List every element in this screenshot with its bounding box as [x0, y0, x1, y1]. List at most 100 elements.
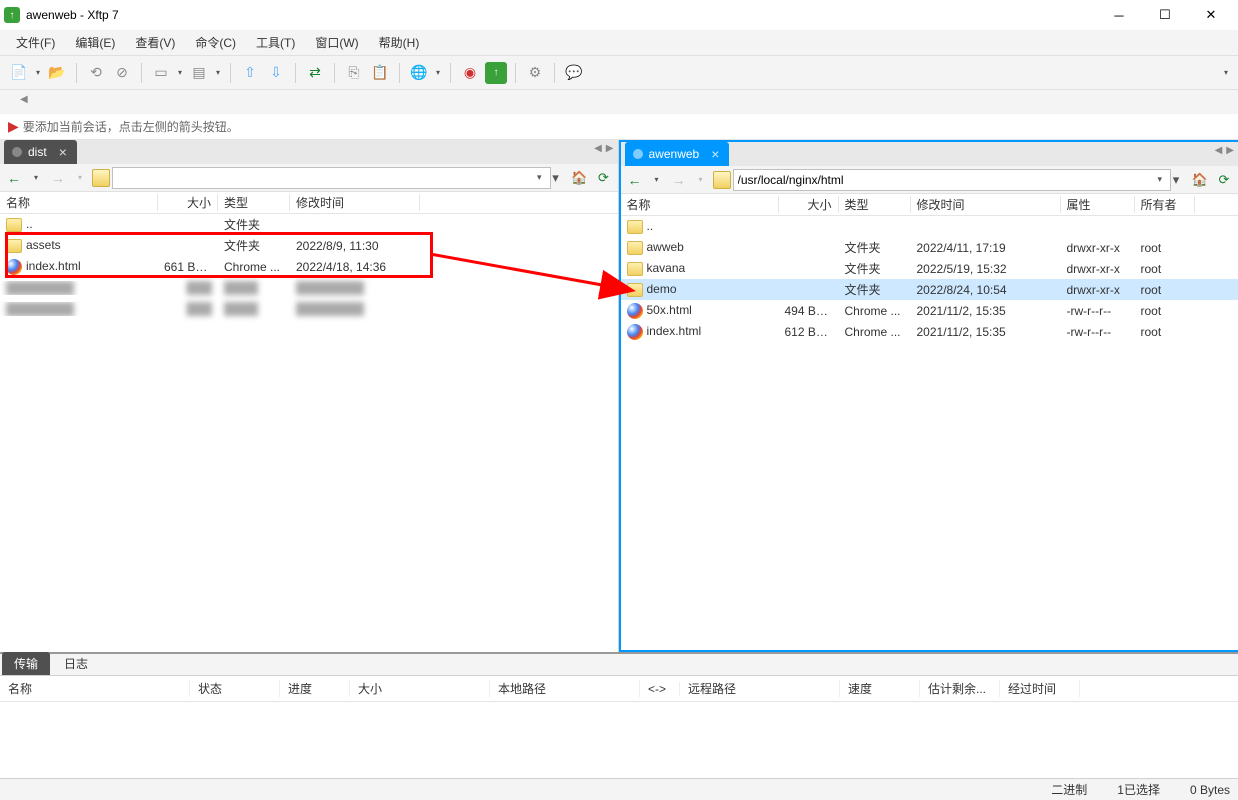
th-speed[interactable]: 速度	[840, 680, 920, 697]
file-row[interactable]: index.html661 BytesChrome ...2022/4/18, …	[0, 256, 618, 277]
local-path-input[interactable]	[112, 167, 551, 189]
minimize-button[interactable]: ─	[1096, 0, 1142, 30]
app-icon	[4, 7, 20, 23]
forward-button[interactable]: →	[48, 168, 68, 188]
col-owner[interactable]: 所有者	[1135, 196, 1195, 213]
tab-prev-icon[interactable]: ◀	[594, 143, 602, 154]
back-button[interactable]: ←	[625, 170, 645, 190]
refresh-button[interactable]: ⟳	[1214, 170, 1234, 190]
col-date[interactable]: 修改时间	[911, 196, 1061, 213]
tab-log[interactable]: 日志	[52, 652, 100, 675]
tab-transfer[interactable]: 传输	[2, 652, 50, 675]
history-dropdown[interactable]: ▾	[546, 168, 566, 188]
download-button[interactable]: ⇩	[265, 62, 287, 84]
th-local[interactable]: 本地路径	[490, 680, 640, 697]
xshell-button[interactable]: ◉	[459, 62, 481, 84]
file-row[interactable]: index.html612 BytesChrome ...2021/11/2, …	[621, 321, 1238, 342]
history-dropdown[interactable]: ▾	[1166, 170, 1186, 190]
help-button[interactable]: 💬	[563, 62, 585, 84]
remote-path-input[interactable]	[733, 169, 1172, 191]
file-row[interactable]: awweb文件夹2022/4/11, 17:19drwxr-xr-xroot	[621, 237, 1238, 258]
col-date[interactable]: 修改时间	[290, 194, 420, 211]
col-type[interactable]: 类型	[839, 196, 911, 213]
maximize-button[interactable]: ☐	[1142, 0, 1188, 30]
back-button[interactable]: ←	[4, 168, 24, 188]
col-perm[interactable]: 属性	[1061, 196, 1135, 213]
tab-prev-icon[interactable]: ◀	[1215, 145, 1223, 156]
home-button[interactable]: 🏠	[1190, 170, 1210, 190]
menu-file[interactable]: 文件(F)	[8, 31, 63, 54]
globe-dropdown[interactable]: ▾	[434, 62, 442, 84]
back-dropdown[interactable]: ▾	[647, 170, 667, 190]
col-name[interactable]: 名称	[621, 196, 779, 213]
close-tab-icon[interactable]: ×	[711, 146, 719, 162]
view-button[interactable]: ▤	[188, 62, 210, 84]
new-session-button[interactable]: 📄	[8, 62, 30, 84]
col-size[interactable]: 大小	[779, 196, 839, 213]
xftp-button[interactable]: ↑	[485, 62, 507, 84]
new-folder-dropdown[interactable]: ▾	[176, 62, 184, 84]
th-name[interactable]: 名称	[0, 680, 190, 697]
file-name-cell: index.html	[621, 324, 779, 340]
file-row[interactable]: ..文件夹	[0, 214, 618, 235]
menu-view[interactable]: 查看(V)	[127, 31, 183, 54]
file-cell: root	[1135, 262, 1195, 276]
path-dropdown-icon[interactable]: ▾	[537, 172, 542, 183]
th-remote[interactable]: 远程路径	[680, 680, 840, 697]
disconnect-button[interactable]: ⊘	[111, 62, 133, 84]
menu-help[interactable]: 帮助(H)	[371, 31, 428, 54]
settings-button[interactable]: ⚙	[524, 62, 546, 84]
copy-button[interactable]: ⎘	[343, 62, 365, 84]
paste-button[interactable]: 📋	[369, 62, 391, 84]
refresh-button[interactable]: ⟳	[594, 168, 614, 188]
th-size[interactable]: 大小	[350, 680, 490, 697]
close-tab-icon[interactable]: ×	[59, 144, 67, 160]
th-arrow[interactable]: <->	[640, 682, 680, 696]
session-tabbar: ◀	[0, 90, 1238, 114]
remote-tab[interactable]: awenweb ×	[625, 142, 730, 166]
globe-button[interactable]: 🌐	[408, 62, 430, 84]
th-progress[interactable]: 进度	[280, 680, 350, 697]
home-button[interactable]: 🏠	[570, 168, 590, 188]
th-estimate[interactable]: 估计剩余...	[920, 680, 1000, 697]
tab-next-icon[interactable]: ▶	[606, 143, 614, 154]
menu-tool[interactable]: 工具(T)	[248, 31, 303, 54]
reconnect-button[interactable]: ⟲	[85, 62, 107, 84]
open-session-button[interactable]: 📂	[46, 62, 68, 84]
remote-file-list[interactable]: ..awweb文件夹2022/4/11, 17:19drwxr-xr-xroot…	[621, 216, 1238, 650]
file-row[interactable]: ..	[621, 216, 1238, 237]
th-status[interactable]: 状态	[190, 680, 280, 697]
col-size[interactable]: 大小	[158, 194, 218, 211]
file-row[interactable]: assets文件夹2022/8/9, 11:30	[0, 235, 618, 256]
file-row[interactable]: kavana文件夹2022/5/19, 15:32drwxr-xr-xroot	[621, 258, 1238, 279]
local-file-list[interactable]: ..文件夹assets文件夹2022/8/9, 11:30index.html6…	[0, 214, 618, 652]
path-dropdown-icon[interactable]: ▾	[1157, 174, 1162, 185]
menu-command[interactable]: 命令(C)	[187, 31, 244, 54]
local-tab[interactable]: dist ×	[4, 140, 77, 164]
menu-window[interactable]: 窗口(W)	[307, 31, 366, 54]
col-name[interactable]: 名称	[0, 194, 158, 211]
view-dropdown[interactable]: ▾	[214, 62, 222, 84]
tab-next-icon[interactable]: ▶	[1226, 145, 1234, 156]
file-row[interactable]: demo文件夹2022/8/24, 10:54drwxr-xr-xroot	[621, 279, 1238, 300]
menu-edit[interactable]: 编辑(E)	[67, 31, 123, 54]
status-size: 0 Bytes	[1190, 783, 1230, 797]
new-session-dropdown[interactable]: ▾	[34, 62, 42, 84]
close-button[interactable]: ✕	[1188, 0, 1234, 30]
new-folder-button[interactable]: ▭	[150, 62, 172, 84]
sync-button[interactable]: ⇄	[304, 62, 326, 84]
th-elapsed[interactable]: 经过时间	[1000, 680, 1080, 697]
toolbar-overflow[interactable]: ▾	[1222, 62, 1230, 84]
file-cell: Chrome ...	[218, 260, 290, 274]
col-type[interactable]: 类型	[218, 194, 290, 211]
forward-button[interactable]: →	[669, 170, 689, 190]
file-name-cell: assets	[0, 238, 158, 253]
upload-button[interactable]: ⇧	[239, 62, 261, 84]
back-dropdown[interactable]: ▾	[26, 168, 46, 188]
file-cell: Chrome ...	[839, 325, 911, 339]
file-row[interactable]: 50x.html494 BytesChrome ...2021/11/2, 15…	[621, 300, 1238, 321]
session-add-icon[interactable]: ◀	[20, 94, 28, 105]
forward-dropdown[interactable]: ▾	[691, 170, 711, 190]
local-nav: ← ▾ → ▾ ▾ ▾ 🏠 ⟳	[0, 164, 618, 192]
forward-dropdown[interactable]: ▾	[70, 168, 90, 188]
